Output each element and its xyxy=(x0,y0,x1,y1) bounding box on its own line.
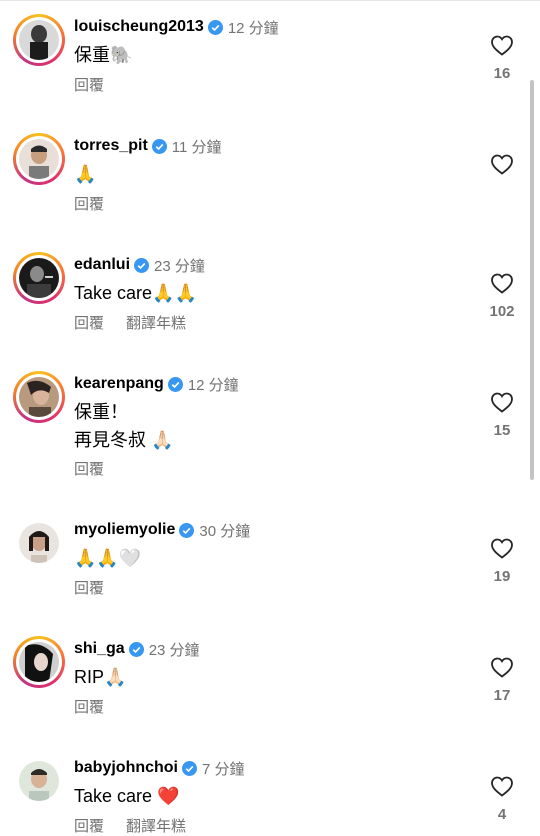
like-count: 4 xyxy=(497,806,507,823)
reply-button[interactable]: 回覆 xyxy=(74,458,104,479)
reply-button[interactable]: 回覆 xyxy=(74,74,104,95)
reply-button[interactable]: 回覆 xyxy=(74,696,104,717)
comment-text: 保重！ 再見冬叔 🙏🏻 xyxy=(74,402,174,450)
like-count: 102 xyxy=(489,303,515,320)
verified-badge-icon xyxy=(182,760,197,776)
username[interactable]: edanlui xyxy=(74,256,130,274)
timestamp: 23 分鐘 xyxy=(148,641,200,659)
timestamp: 23 分鐘 xyxy=(154,257,205,275)
heart-outline-icon[interactable] xyxy=(490,537,514,559)
avatar[interactable] xyxy=(13,636,65,688)
reply-button[interactable]: 回覆 xyxy=(74,312,104,333)
avatar[interactable] xyxy=(13,371,65,423)
translate-button[interactable]: 翻譯年糕 xyxy=(126,312,186,333)
comment-text: 🙏 xyxy=(74,164,97,184)
username[interactable]: louischeung2013 xyxy=(74,18,204,36)
comment-text: 🙏🙏🤍 xyxy=(74,548,142,568)
comment-text: RIP🙏🏻 xyxy=(74,667,127,687)
timestamp: 11 分鐘 xyxy=(171,138,222,156)
verified-badge-icon xyxy=(134,257,150,273)
heart-outline-icon[interactable] xyxy=(490,775,514,797)
avatar[interactable] xyxy=(13,252,65,304)
translate-button[interactable]: 翻譯年糕 xyxy=(126,815,186,836)
timestamp: 7 分鐘 xyxy=(202,760,245,778)
username[interactable]: torres_pit xyxy=(74,137,148,155)
timestamp: 12 分鐘 xyxy=(227,19,279,37)
username[interactable]: kearenpang xyxy=(74,375,164,393)
avatar[interactable] xyxy=(13,14,65,66)
avatar[interactable] xyxy=(13,517,65,569)
like-count: 19 xyxy=(493,568,511,585)
heart-outline-icon[interactable] xyxy=(490,391,514,413)
like-count: 17 xyxy=(493,687,511,704)
heart-outline-icon[interactable] xyxy=(490,656,514,678)
username[interactable]: myoliemyolie xyxy=(74,521,175,539)
comment-text: Take care🙏🙏 xyxy=(74,283,197,303)
verified-badge-icon xyxy=(151,138,167,154)
avatar[interactable] xyxy=(13,133,65,185)
timestamp: 12 分鐘 xyxy=(187,376,239,394)
scrollbar[interactable] xyxy=(530,80,534,480)
timestamp: 30 分鐘 xyxy=(199,522,251,540)
verified-badge-icon xyxy=(207,19,223,35)
username[interactable]: shi_ga xyxy=(74,640,125,658)
verified-badge-icon xyxy=(179,522,195,538)
reply-button[interactable]: 回覆 xyxy=(74,193,104,214)
comment-text: Take care ❤️ xyxy=(74,786,180,806)
like-count: 16 xyxy=(493,65,511,82)
heart-outline-icon[interactable] xyxy=(490,34,514,56)
username[interactable]: babyjohnchoi xyxy=(74,759,178,777)
top-divider xyxy=(0,0,540,1)
verified-badge-icon xyxy=(128,641,144,657)
reply-button[interactable]: 回覆 xyxy=(74,815,104,836)
reply-button[interactable]: 回覆 xyxy=(74,577,104,598)
verified-badge-icon xyxy=(167,376,183,392)
like-count: 15 xyxy=(493,422,511,439)
avatar[interactable] xyxy=(13,755,65,807)
comment-text: 保重🐘 xyxy=(74,45,133,65)
heart-outline-icon[interactable] xyxy=(490,153,514,175)
heart-outline-icon[interactable] xyxy=(490,272,514,294)
